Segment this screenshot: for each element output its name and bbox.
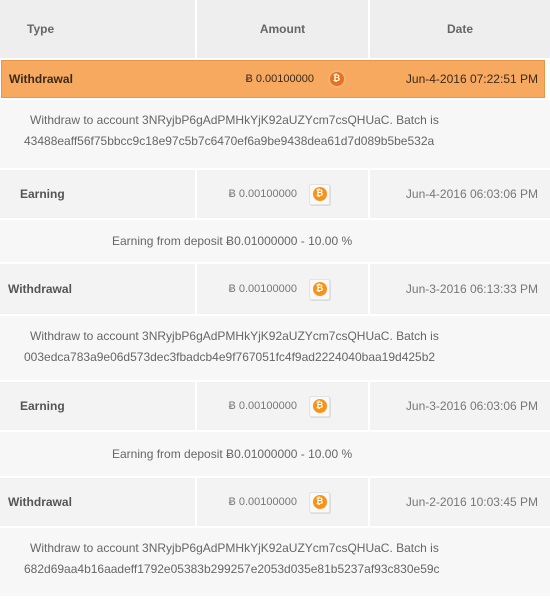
bitcoin-glyph: ₿ <box>312 187 327 201</box>
detail-text: Earning from deposit Ƀ0.01000000 - 10.00… <box>112 233 353 248</box>
detail-text: Withdraw to account 3NRyjbP6gAdPMHkYjK92… <box>30 329 439 343</box>
transaction-amount: Ƀ 0.00100000 <box>245 73 314 85</box>
transaction-amount: Ƀ 0.00100000 <box>228 283 297 295</box>
transaction-detail: Withdraw to account 3NRyjbP6gAdPMHkYjK92… <box>0 314 550 380</box>
batch-id: 43488eaff56f75bbcc9c18e97c5b7c6470ef6a9b… <box>24 134 435 148</box>
bitcoin-glyph: ₿ <box>312 495 327 509</box>
detail-text: Withdraw to account 3NRyjbP6gAdPMHkYjK92… <box>30 113 439 127</box>
transaction-detail: Withdraw to account 3NRyjbP6gAdPMHkYjK92… <box>0 98 550 168</box>
transaction-type: Earning <box>0 382 197 430</box>
batch-id: 682d69aa4b16aadeff1792e05383b299257e2053… <box>24 562 440 576</box>
transaction-date: Jun-2-2016 10:03:45 PM <box>405 495 538 509</box>
bitcoin-glyph: ₿ <box>312 282 327 296</box>
bitcoin-glyph: ₿ <box>329 72 344 86</box>
bitcoin-glyph: ₿ <box>312 399 327 413</box>
transaction-date: Jun-3-2016 06:13:33 PM <box>405 282 538 296</box>
transaction-amount-cell: Ƀ 0.00100000 ₿ <box>197 382 370 430</box>
transaction-row[interactable]: Withdrawal Ƀ 0.00100000 ₿ Jun-3-2016 06:… <box>0 262 550 314</box>
transaction-detail: Withdraw to account 3NRyjbP6gAdPMHkYjK92… <box>0 526 550 596</box>
bitcoin-icon: ₿ <box>309 395 330 417</box>
transaction-row[interactable]: Earning Ƀ 0.00100000 ₿ Jun-3-2016 06:03:… <box>0 380 550 430</box>
detail-text: Earning from deposit Ƀ0.01000000 - 10.00… <box>112 446 353 461</box>
transaction-type: Withdrawal <box>0 478 197 526</box>
transaction-date: Jun-3-2016 06:03:06 PM <box>405 399 538 413</box>
transactions-table: Type Amount Date Withdrawal Ƀ 0.00100000… <box>0 0 550 596</box>
transaction-amount-cell: Ƀ 0.00100000 ₿ <box>198 61 371 97</box>
transaction-type: Withdrawal <box>0 264 197 314</box>
batch-id: 003edca783a9e06d573dec3fbadcb4e9f767051f… <box>24 350 436 364</box>
column-header-amount[interactable]: Amount <box>197 0 370 58</box>
transaction-amount-cell: Ƀ 0.00100000 ₿ <box>197 478 370 526</box>
transaction-date: Jun-4-2016 07:22:51 PM <box>405 72 538 86</box>
detail-text: Withdraw to account 3NRyjbP6gAdPMHkYjK92… <box>30 541 439 555</box>
table-header: Type Amount Date <box>0 0 550 58</box>
transaction-detail: Earning from deposit Ƀ0.01000000 - 10.00… <box>0 218 550 262</box>
transaction-amount-cell: Ƀ 0.00100000 ₿ <box>197 264 370 314</box>
bitcoin-icon: ₿ <box>309 183 330 205</box>
bitcoin-icon: ₿ <box>326 69 347 90</box>
bitcoin-icon: ₿ <box>309 491 330 513</box>
transaction-amount-cell: Ƀ 0.00100000 ₿ <box>197 170 370 218</box>
column-header-date[interactable]: Date <box>370 0 550 58</box>
transaction-row[interactable]: Withdrawal Ƀ 0.00100000 ₿ Jun-4-2016 07:… <box>1 60 545 98</box>
transaction-date: Jun-4-2016 06:03:06 PM <box>405 187 538 201</box>
bitcoin-icon: ₿ <box>309 278 330 300</box>
transaction-amount: Ƀ 0.00100000 <box>228 400 297 412</box>
transaction-row[interactable]: Earning Ƀ 0.00100000 ₿ Jun-4-2016 06:03:… <box>0 168 550 218</box>
transaction-type: Withdrawal <box>2 61 198 97</box>
transaction-amount: Ƀ 0.00100000 <box>228 496 297 508</box>
transaction-row[interactable]: Withdrawal Ƀ 0.00100000 ₿ Jun-2-2016 10:… <box>0 476 550 526</box>
transaction-detail: Earning from deposit Ƀ0.01000000 - 10.00… <box>0 430 550 476</box>
transaction-amount: Ƀ 0.00100000 <box>228 188 297 200</box>
column-header-type[interactable]: Type <box>0 0 197 58</box>
transaction-type: Earning <box>0 170 197 218</box>
